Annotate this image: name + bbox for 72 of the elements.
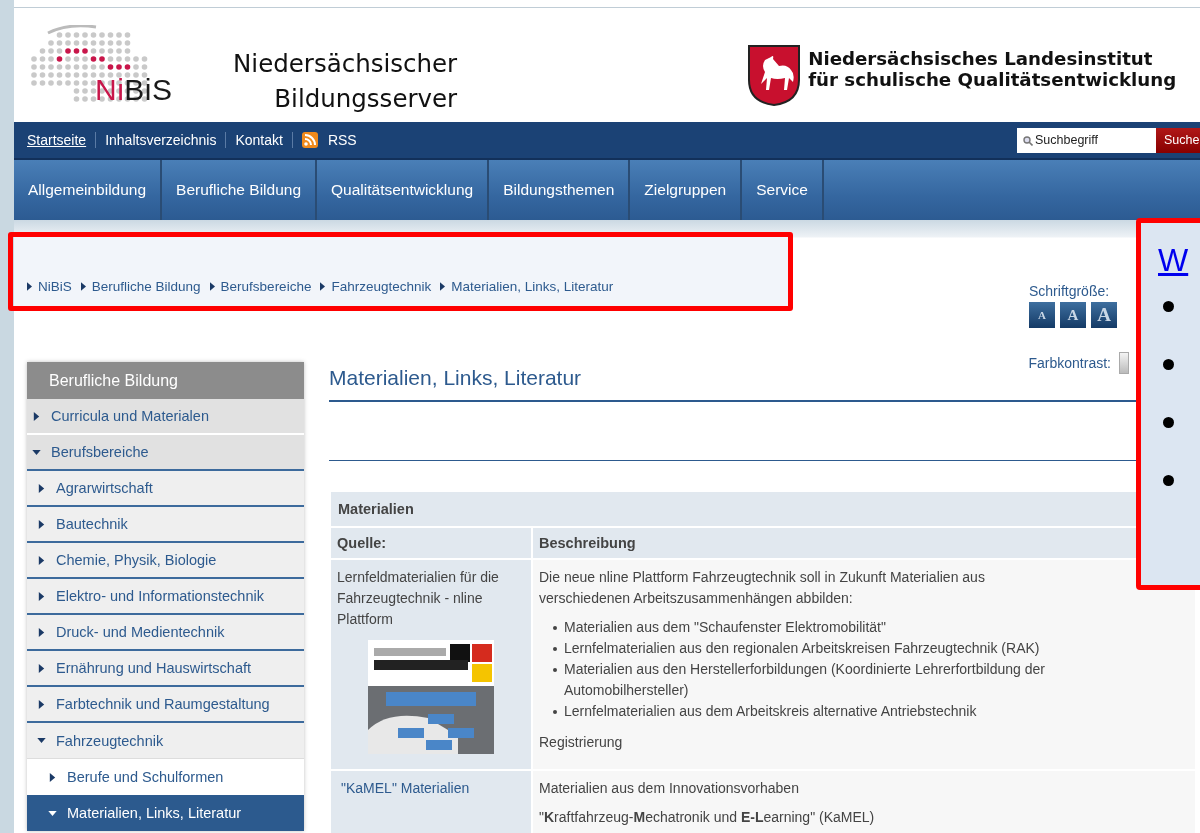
bullet-icon: [1163, 475, 1174, 486]
search-button[interactable]: Suche: [1156, 127, 1200, 153]
bullet-icon: [1163, 301, 1174, 312]
column-header: Quelle:: [331, 528, 531, 558]
bullet-icon: [553, 710, 557, 714]
source-text: Lernfeldmaterialien für die Fahrzeugtechnik - nline Plattform: [337, 568, 500, 629]
sidebar-item[interactable]: Agrarwirtschaft: [27, 471, 304, 507]
breadcrumb-link[interactable]: Materialien, Links, Literatur: [451, 279, 614, 294]
sidebar-item[interactable]: Ernährung und Hauswirtschaft: [27, 651, 304, 687]
caret-icon: [320, 282, 326, 291]
caret-icon: [37, 699, 46, 709]
description-text: Materialien aus dem Innovationsvorhaben: [539, 779, 800, 798]
font-size-label: Schriftgröße:: [1029, 283, 1111, 299]
caret-icon: [37, 663, 46, 673]
rss-icon[interactable]: [301, 132, 318, 148]
contrast-label: Farbkontrast:: [1028, 355, 1111, 371]
sidebar-item[interactable]: Materialien, Links, Literatur: [27, 795, 304, 831]
sidebar-item[interactable]: Berufsbereiche: [27, 435, 304, 471]
breadcrumb-link[interactable]: Fahrzeugtechnik: [331, 279, 432, 294]
sidebar-item[interactable]: Berufe und Schulformen: [27, 759, 304, 795]
sidebar-item[interactable]: Fahrzeugtechnik: [27, 723, 304, 759]
bullet-icon: [1163, 359, 1174, 370]
sidebar-item[interactable]: Bautechnik: [27, 507, 304, 543]
caret-icon: [27, 282, 32, 291]
caret-icon: [37, 627, 46, 637]
page-title: Materialien, Links, Literatur: [329, 366, 582, 390]
sidebar-item[interactable]: Chemie, Physik, Biologie: [27, 543, 304, 579]
breadcrumb-link[interactable]: Berufsbereiche: [220, 279, 312, 294]
sidebar-title: Berufliche Bildung: [27, 362, 304, 399]
caret-icon: [80, 282, 86, 291]
sidebar-item[interactable]: Elektro- und Informationstechnik: [27, 579, 304, 615]
caret-icon: [37, 519, 46, 529]
top-link[interactable]: Inhaltsverzeichnis: [105, 132, 217, 148]
description-text: "Kraftfahrzeug-Mechatronik und E-Learning" (KaMEL): [539, 808, 876, 827]
caret-icon: [32, 411, 41, 421]
sidebar-item[interactable]: Curricula und Materialen: [27, 399, 304, 435]
caret-icon: [48, 772, 57, 782]
institute-title: Niedersächsisches Landesinstitut für schulische Qualitätsentwicklung: [808, 48, 1177, 92]
bullet-icon: [553, 668, 557, 672]
breadcrumb-link[interactable]: Berufliche Bildung: [91, 279, 201, 294]
caret-icon: [32, 449, 41, 455]
sidebar-item[interactable]: Druck- und Medientechnik: [27, 615, 304, 651]
top-link[interactable]: Kontakt: [235, 132, 283, 148]
list-item-text: Lernfelmaterialien aus dem Arbeitskreis alternative Antriebstechnik: [564, 702, 977, 721]
logo-wordmark: NiBiS: [95, 73, 174, 107]
caret-icon: [37, 591, 46, 601]
caret-icon: [37, 483, 46, 493]
breadcrumb-link[interactable]: NiBiS: [38, 279, 72, 294]
top-link[interactable]: Startseite: [27, 132, 87, 148]
description-text: Die neue nline Plattform Fahrzeugtechnik soll in Zukunft Materialien aus verschiedenen Arbeitszusammenhängen abbilden:: [539, 568, 986, 608]
font-size-button[interactable]: A: [1060, 302, 1086, 328]
caret-icon: [37, 738, 46, 743]
caret-icon: [37, 555, 46, 565]
search-field[interactable]: Suchbegriff: [1017, 127, 1156, 153]
description-text: Registrierung: [539, 733, 624, 752]
rss-link[interactable]: RSS: [327, 132, 357, 148]
bullet-icon: [553, 647, 557, 651]
bullet-icon: [1163, 417, 1174, 428]
list-item-text: Materialien aus den Herstellerforbildungen (Koordinierte Lehrerfortbildung der Automobilhersteller): [564, 660, 1046, 700]
callout-link[interactable]: W: [1158, 242, 1200, 279]
caret-icon: [209, 282, 215, 291]
source-link[interactable]: "KaMEL" Materialien: [341, 780, 470, 796]
font-size-button[interactable]: A: [1029, 302, 1055, 328]
list-item-text: Materialien aus dem "Schaufenster Elektromobilität": [564, 618, 886, 637]
bullet-icon: [553, 626, 557, 630]
caret-icon: [440, 282, 446, 291]
list-item-text: Lernfelmaterialien aus den regionalen Arbeitskreisen Fahrzeugtechnik (RAK): [564, 639, 1040, 658]
font-size-button[interactable]: A: [1091, 302, 1117, 328]
site-title: Niedersächsischer Bildungsserver: [233, 48, 458, 115]
sidebar-item[interactable]: Farbtechnik und Raumgestaltung: [27, 687, 304, 723]
caret-icon: [48, 810, 57, 816]
coat-of-arms-icon: [747, 44, 802, 107]
